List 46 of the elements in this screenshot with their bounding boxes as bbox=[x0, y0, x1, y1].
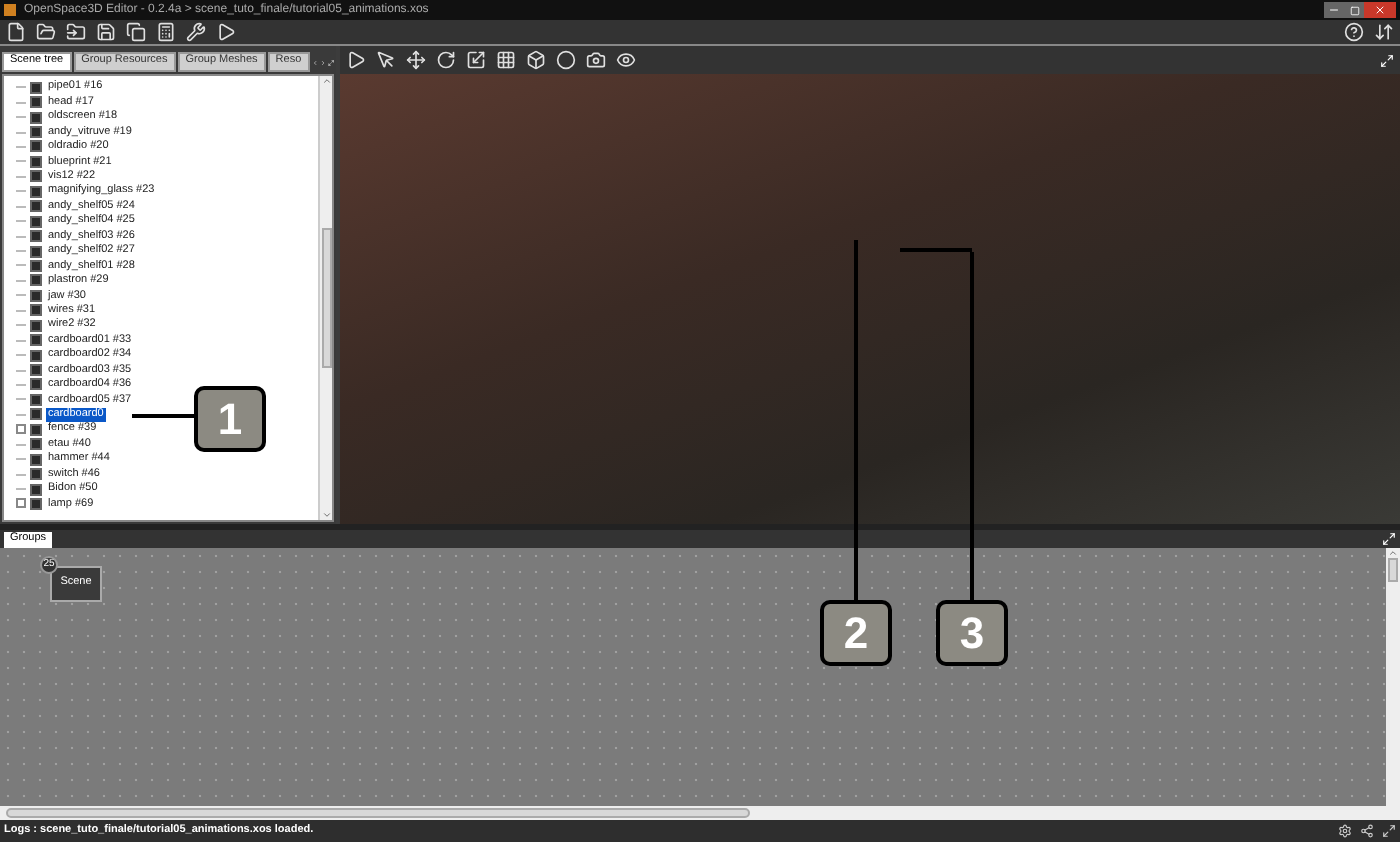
expand-toggle[interactable] bbox=[16, 498, 26, 509]
help-icon[interactable] bbox=[1344, 22, 1364, 42]
minimize-icon bbox=[1328, 4, 1340, 16]
callout-number: 3 bbox=[936, 600, 1008, 666]
vertical-scrollbar[interactable] bbox=[318, 76, 332, 520]
play-icon[interactable] bbox=[216, 22, 236, 42]
calculator-icon[interactable] bbox=[156, 22, 176, 42]
network-icon[interactable] bbox=[1360, 824, 1374, 838]
eye-icon[interactable] bbox=[616, 50, 636, 70]
scroll-up-icon[interactable] bbox=[1388, 548, 1398, 558]
open-folder-icon[interactable] bbox=[36, 22, 56, 42]
close-icon bbox=[1374, 4, 1386, 16]
horizontal-scrollbar[interactable] bbox=[0, 806, 1400, 820]
play-icon[interactable] bbox=[346, 50, 366, 70]
maximize-icon bbox=[1349, 5, 1359, 15]
callout-number: 1 bbox=[194, 386, 266, 452]
scroll-thumb[interactable] bbox=[321, 228, 331, 368]
grid-icon[interactable] bbox=[496, 50, 516, 70]
import-folder-icon[interactable] bbox=[66, 22, 86, 42]
circle-icon[interactable] bbox=[556, 50, 576, 70]
scroll-down-icon[interactable] bbox=[321, 510, 331, 520]
scroll-left-icon[interactable] bbox=[311, 56, 318, 70]
vertical-scrollbar[interactable] bbox=[1386, 548, 1400, 806]
move-icon[interactable] bbox=[406, 50, 426, 70]
undock-icon[interactable] bbox=[1382, 532, 1396, 546]
app-icon bbox=[4, 4, 16, 16]
box-icon[interactable] bbox=[526, 50, 546, 70]
leader-line bbox=[132, 414, 194, 418]
save-icon[interactable] bbox=[96, 22, 116, 42]
scroll-up-icon[interactable] bbox=[321, 76, 331, 86]
new-file-icon[interactable] bbox=[6, 22, 26, 42]
expand-toggle[interactable] bbox=[16, 424, 26, 435]
scroll-thumb[interactable] bbox=[1388, 558, 1398, 582]
camera-icon[interactable] bbox=[586, 50, 606, 70]
pointer-icon[interactable] bbox=[376, 50, 396, 70]
scale-icon[interactable] bbox=[466, 50, 486, 70]
wrench-icon[interactable] bbox=[186, 22, 206, 42]
callout-number: 2 bbox=[820, 600, 892, 666]
close-button[interactable] bbox=[1364, 2, 1396, 18]
settings-icon[interactable] bbox=[1338, 824, 1352, 838]
undock-icon[interactable] bbox=[1380, 53, 1394, 67]
arrows-icon[interactable] bbox=[1374, 22, 1394, 42]
copy-icon[interactable] bbox=[126, 22, 146, 42]
scroll-thumb[interactable] bbox=[6, 808, 750, 818]
undock-icon[interactable] bbox=[1382, 824, 1396, 838]
rotate-icon[interactable] bbox=[436, 50, 456, 70]
